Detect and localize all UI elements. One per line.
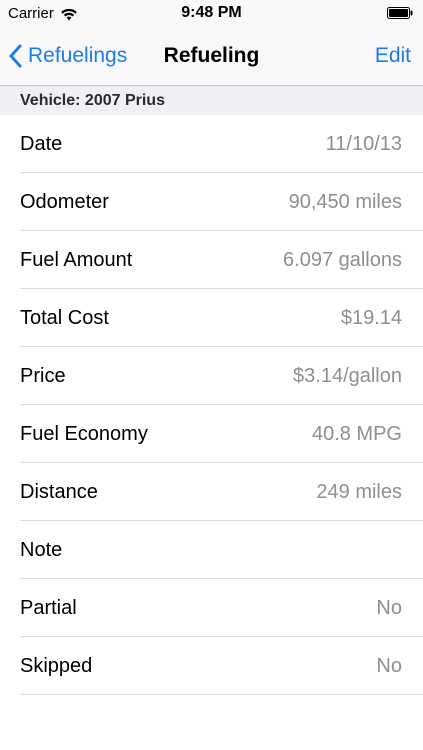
refueling-details-list: Date 11/10/13 Odometer 90,450 miles Fuel… xyxy=(0,115,423,695)
row-skipped[interactable]: Skipped No xyxy=(0,637,423,695)
row-label: Odometer xyxy=(20,191,109,213)
row-label: Total Cost xyxy=(20,307,109,329)
row-total-cost[interactable]: Total Cost $19.14 xyxy=(0,289,423,347)
status-time: 9:48 PM xyxy=(181,4,242,21)
screen: Carrier 9:48 PM Refuelings Refueling Edi… xyxy=(0,0,423,750)
row-value: No xyxy=(376,597,402,619)
row-label: Price xyxy=(20,365,66,387)
row-label: Distance xyxy=(20,481,98,503)
row-value: 90,450 miles xyxy=(288,191,402,213)
row-date[interactable]: Date 11/10/13 xyxy=(0,115,423,173)
row-value: 249 miles xyxy=(316,481,402,503)
row-value: $19.14 xyxy=(340,307,402,329)
row-value: 11/10/13 xyxy=(325,133,402,155)
edit-button[interactable]: Edit xyxy=(375,44,411,68)
row-odometer[interactable]: Odometer 90,450 miles xyxy=(0,173,423,231)
navigation-bar: Refuelings Refueling Edit xyxy=(0,28,423,86)
back-button-label: Refuelings xyxy=(28,44,128,67)
row-label: Fuel Economy xyxy=(20,423,148,445)
battery-icon xyxy=(387,7,413,19)
row-partial[interactable]: Partial No xyxy=(0,579,423,637)
row-distance[interactable]: Distance 249 miles xyxy=(0,463,423,521)
row-note[interactable]: Note xyxy=(0,521,423,579)
row-fuel-amount[interactable]: Fuel Amount 6.097 gallons xyxy=(0,231,423,289)
row-label: Note xyxy=(20,539,63,561)
row-value: No xyxy=(376,655,402,677)
row-label: Fuel Amount xyxy=(20,249,133,271)
status-bar: Carrier 9:48 PM xyxy=(0,0,423,28)
row-label: Date xyxy=(20,133,63,155)
back-button[interactable]: Refuelings xyxy=(8,40,127,72)
row-label: Partial xyxy=(20,597,77,619)
row-label: Skipped xyxy=(20,655,93,677)
row-fuel-economy[interactable]: Fuel Economy 40.8 MPG xyxy=(0,405,423,463)
chevron-left-icon xyxy=(9,44,22,68)
section-header-vehicle: Vehicle: 2007 Prius xyxy=(0,86,423,115)
row-value: 6.097 gallons xyxy=(283,249,402,271)
row-value: $3.14/gallon xyxy=(293,365,402,387)
row-value: 40.8 MPG xyxy=(311,423,402,445)
row-price[interactable]: Price $3.14/gallon xyxy=(0,347,423,405)
